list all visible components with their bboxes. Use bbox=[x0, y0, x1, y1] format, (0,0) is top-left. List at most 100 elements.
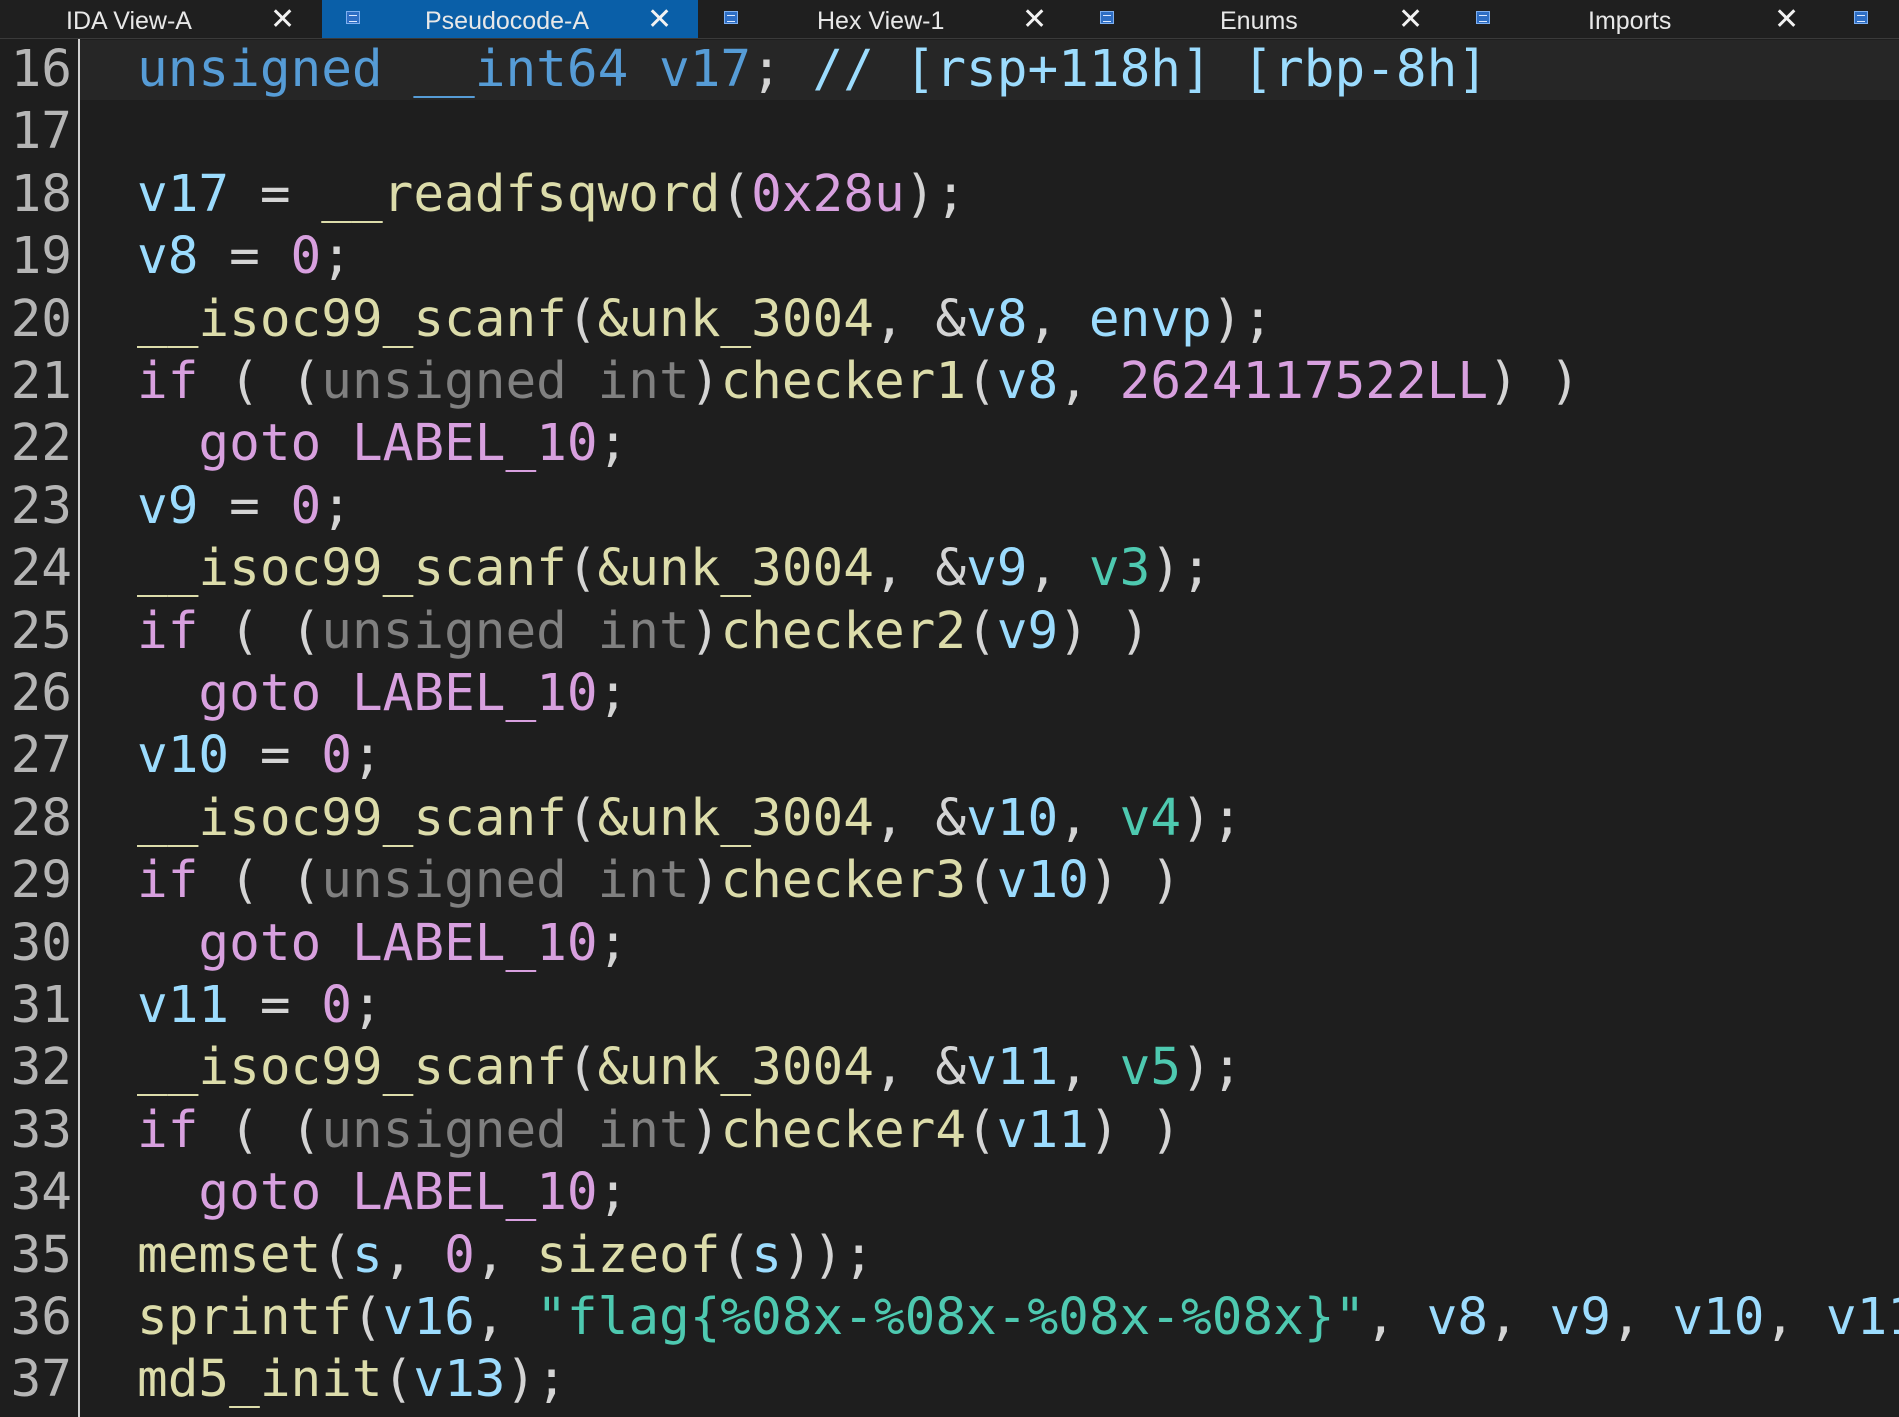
code-token: 0x28u bbox=[751, 165, 905, 224]
line-number: 16 bbox=[10, 40, 72, 99]
code-token: v13 bbox=[413, 1350, 506, 1409]
tab-ida-view-a[interactable]: IDA View-A ✕ bbox=[0, 0, 322, 38]
code-text[interactable]: if ( (unsigned int)checker1(v8, 26241175… bbox=[137, 351, 1580, 413]
code-token: , & bbox=[873, 789, 967, 848]
code-text[interactable]: goto LABEL_10; bbox=[137, 413, 628, 475]
code-token: 0 bbox=[321, 976, 352, 1035]
code-line[interactable]: 25 if ( (unsigned int)checker2(v9) ) bbox=[0, 601, 1899, 663]
code-line[interactable]: 23 v9 = 0; bbox=[0, 476, 1899, 538]
code-token: ; bbox=[597, 1163, 629, 1222]
code-token: v9 bbox=[137, 477, 199, 536]
code-line[interactable]: 20 __isoc99_scanf(&unk_3004, &v8, envp); bbox=[0, 289, 1899, 351]
code-token: LABEL_10 bbox=[351, 1163, 598, 1222]
code-line[interactable]: 30 goto LABEL_10; bbox=[0, 913, 1899, 975]
code-line[interactable]: 28 __isoc99_scanf(&unk_3004, &v10, v4); bbox=[0, 788, 1899, 850]
tab-imports[interactable]: Imports ✕ bbox=[1450, 0, 1826, 38]
pseudocode-icon bbox=[346, 11, 360, 24]
code-text[interactable]: goto LABEL_10; bbox=[137, 913, 628, 975]
code-token: ; bbox=[597, 914, 629, 973]
code-line[interactable]: 31 v11 = 0; bbox=[0, 975, 1899, 1037]
tab-hex-view-1[interactable]: Hex View-1 ✕ bbox=[698, 0, 1074, 38]
code-token: , bbox=[1058, 789, 1120, 848]
code-text[interactable]: v10 = 0; bbox=[137, 725, 383, 787]
code-token: = bbox=[229, 165, 322, 224]
code-text[interactable]: __isoc99_scanf(&unk_3004, &v9, v3); bbox=[137, 538, 1212, 600]
close-icon[interactable]: ✕ bbox=[270, 0, 295, 40]
code-token: &unk_3004 bbox=[597, 290, 874, 349]
code-text[interactable]: if ( (unsigned int)checker4(v11) ) bbox=[137, 1100, 1181, 1162]
code-text[interactable]: v11 = 0; bbox=[137, 975, 383, 1037]
code-line[interactable]: 26 goto LABEL_10; bbox=[0, 663, 1899, 725]
code-text[interactable]: goto LABEL_10; bbox=[137, 1162, 628, 1224]
code-text[interactable]: unsigned __int64 v17; // [rsp+118h] [rbp… bbox=[137, 39, 1488, 101]
code-line[interactable]: 22 goto LABEL_10; bbox=[0, 413, 1899, 475]
code-text[interactable]: goto LABEL_10; bbox=[137, 663, 628, 725]
close-icon[interactable]: ✕ bbox=[1398, 0, 1423, 40]
code-token: , bbox=[1027, 539, 1089, 598]
tab-label: IDA View-A bbox=[66, 7, 192, 35]
code-line[interactable]: 36 sprintf(v16, "flag{%08x-%08x-%08x-%08x… bbox=[0, 1287, 1899, 1349]
tab-enums[interactable]: Enums ✕ bbox=[1074, 0, 1450, 38]
code-text[interactable]: if ( (unsigned int)checker2(v9) ) bbox=[137, 601, 1150, 663]
code-text[interactable]: __isoc99_scanf(&unk_3004, &v8, envp); bbox=[137, 289, 1273, 351]
code-line[interactable]: 18 v17 = __readfsqword(0x28u); bbox=[0, 164, 1899, 226]
code-line[interactable]: 21 if ( (unsigned int)checker1(v8, 262411… bbox=[0, 351, 1899, 413]
code-token: if bbox=[137, 851, 199, 910]
code-line[interactable]: 32 __isoc99_scanf(&unk_3004, &v11, v5); bbox=[0, 1037, 1899, 1099]
code-token: ) ) bbox=[1058, 602, 1151, 661]
close-icon[interactable]: ✕ bbox=[647, 0, 672, 40]
code-token: ( bbox=[966, 352, 997, 411]
pseudocode-editor[interactable]: 16 unsigned __int64 v17; // [rsp+118h] [r… bbox=[0, 39, 1899, 1417]
code-token: ) ) bbox=[1088, 1101, 1182, 1160]
code-token: v10 bbox=[996, 851, 1089, 910]
code-token: v17 bbox=[137, 165, 230, 224]
code-text[interactable]: v8 = 0; bbox=[137, 226, 352, 288]
code-text[interactable]: memset(s, 0, sizeof(s)); bbox=[137, 1225, 874, 1287]
code-token: v8 bbox=[137, 227, 199, 286]
code-token: 0 bbox=[290, 477, 322, 536]
tab-pseudocode-a[interactable]: Pseudocode-A ✕ bbox=[322, 0, 698, 38]
code-line[interactable]: 33 if ( (unsigned int)checker4(v11) ) bbox=[0, 1100, 1899, 1162]
code-token: unsigned int bbox=[321, 1101, 690, 1160]
code-line[interactable]: 29 if ( (unsigned int)checker3(v10) ) bbox=[0, 850, 1899, 912]
tab-overflow[interactable] bbox=[1826, 0, 1899, 38]
close-icon[interactable]: ✕ bbox=[1774, 0, 1799, 40]
code-text[interactable]: sprintf(v16, "flag{%08x-%08x-%08x-%08x}"… bbox=[137, 1287, 1899, 1349]
line-number: 28 bbox=[10, 789, 72, 848]
code-token: , bbox=[1764, 1288, 1826, 1347]
code-text[interactable]: v17 = __readfsqword(0x28u); bbox=[137, 164, 966, 226]
code-line[interactable]: 27 v10 = 0; bbox=[0, 725, 1899, 787]
code-line[interactable]: 35 memset(s, 0, sizeof(s)); bbox=[0, 1225, 1899, 1287]
code-token: v10 bbox=[137, 726, 230, 785]
code-token: 2624117522LL bbox=[1119, 352, 1489, 411]
line-number: 35 bbox=[10, 1226, 72, 1285]
code-token: ; bbox=[597, 664, 629, 723]
code-token: v11 bbox=[996, 1101, 1089, 1160]
code-token: goto bbox=[198, 1163, 322, 1222]
tab-bar: IDA View-A ✕ Pseudocode-A ✕ Hex View-1 ✕… bbox=[0, 0, 1899, 39]
code-line[interactable]: 17 bbox=[0, 101, 1899, 163]
code-token: , bbox=[474, 1226, 537, 1285]
code-text[interactable]: if ( (unsigned int)checker3(v10) ) bbox=[137, 850, 1181, 912]
code-line[interactable]: 24 __isoc99_scanf(&unk_3004, &v9, v3); bbox=[0, 538, 1899, 600]
code-token: v4 bbox=[1119, 789, 1182, 848]
code-line[interactable]: 19 v8 = 0; bbox=[0, 226, 1899, 288]
code-token: // [rsp+118h] [rbp-8h] bbox=[812, 40, 1489, 99]
code-token: , & bbox=[873, 539, 967, 598]
code-line[interactable]: 16 unsigned __int64 v17; // [rsp+118h] [r… bbox=[0, 39, 1899, 101]
code-token: ) ) bbox=[1088, 851, 1182, 910]
code-text[interactable]: __isoc99_scanf(&unk_3004, &v11, v5); bbox=[137, 1037, 1242, 1099]
code-token: checker3 bbox=[720, 851, 967, 910]
code-line[interactable]: 37 md5_init(v13); bbox=[0, 1349, 1899, 1411]
code-text[interactable]: __isoc99_scanf(&unk_3004, &v10, v4); bbox=[137, 788, 1242, 850]
line-number: 23 bbox=[10, 477, 72, 536]
code-token: goto bbox=[198, 914, 322, 973]
code-line[interactable]: 34 goto LABEL_10; bbox=[0, 1162, 1899, 1224]
code-token: v8 bbox=[996, 352, 1059, 411]
code-text[interactable]: v9 = 0; bbox=[137, 476, 352, 538]
code-token: ; bbox=[751, 40, 813, 99]
code-text[interactable]: md5_init(v13); bbox=[137, 1349, 567, 1411]
code-token: ( bbox=[966, 851, 997, 910]
close-icon[interactable]: ✕ bbox=[1022, 0, 1047, 40]
